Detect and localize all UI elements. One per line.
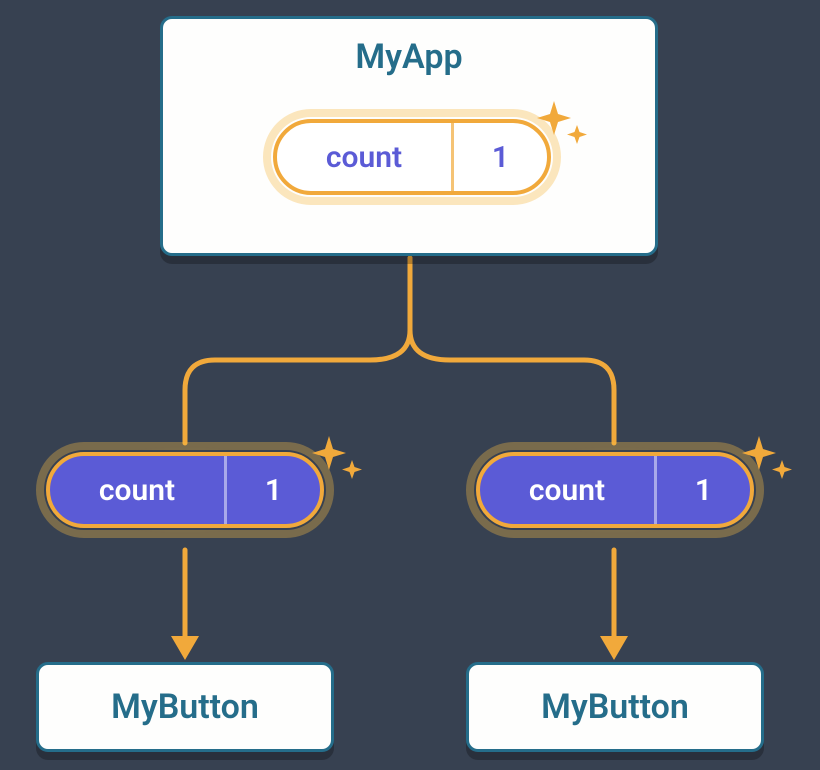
prop-value-left: 1 [227, 456, 320, 524]
child-title-left: MyButton [111, 687, 259, 727]
diagram-canvas: MyApp count 1 [0, 0, 820, 770]
state-value: 1 [454, 123, 547, 191]
state-label: count [277, 123, 451, 191]
child-card-left: MyButton [36, 662, 334, 752]
prop-label-right: count [480, 456, 654, 524]
app-title: MyApp [163, 19, 655, 77]
state-pill-root: count 1 [273, 119, 551, 195]
prop-pill-right: count 1 [476, 452, 754, 528]
prop-value-right: 1 [657, 456, 750, 524]
app-card: MyApp count 1 [160, 16, 658, 256]
prop-label-left: count [50, 456, 224, 524]
child-card-right: MyButton [466, 662, 764, 752]
prop-pill-left: count 1 [46, 452, 324, 528]
child-title-right: MyButton [541, 687, 689, 727]
